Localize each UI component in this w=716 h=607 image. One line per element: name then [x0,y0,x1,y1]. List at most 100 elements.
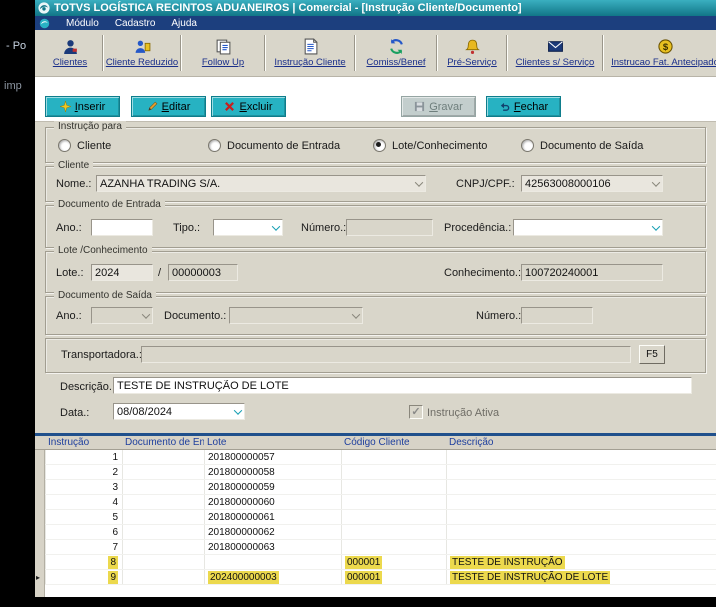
grid-column-header-descri-o[interactable]: Descrição [446,436,716,449]
grid-cell[interactable] [341,450,446,465]
grid-cell[interactable] [446,540,716,555]
ds-ano-combo[interactable] [91,307,153,324]
grid-cell[interactable] [122,465,204,480]
toolbar-item-instru-o-cliente[interactable]: Instrução Cliente [267,30,353,76]
toolbar-item-follow-up[interactable]: Follow Up [183,30,263,76]
menu-modulo[interactable]: Módulo [66,18,99,29]
grid-column-header-documento-de-entrada[interactable]: Documento de Entrada [122,436,204,449]
lote-numero-input[interactable]: 00000003 [168,264,238,281]
conhecimento-input[interactable]: 100720240001 [521,264,663,281]
grid-cell[interactable]: TESTE DE INSTRUÇÃO DE LOTE [446,570,716,585]
grid-cell[interactable] [204,555,341,570]
descricao-input[interactable]: TESTE DE INSTRUÇÃO DE LOTE [113,377,692,394]
radio-cliente[interactable]: Cliente [58,139,111,152]
grid-cell[interactable]: 202400000003 [204,570,341,585]
grid-cell[interactable]: 5 [45,510,122,525]
grid-cell[interactable] [446,525,716,540]
radio-documento-de-entrada[interactable]: Documento de Entrada [208,139,340,152]
grid-cell[interactable]: 201800000059 [204,480,341,495]
ds-documento-combo[interactable] [229,307,363,324]
grid-cell[interactable]: TESTE DE INSTRUÇÃO [446,555,716,570]
de-numero-input[interactable] [346,219,433,236]
instrucao-ativa-checkbox[interactable] [409,405,423,419]
grid-cell[interactable]: 201800000062 [204,525,341,540]
grid-cell[interactable] [122,510,204,525]
editar-button[interactable]: Editar [131,96,206,117]
radio-circle[interactable] [208,139,221,152]
grid-cell[interactable]: 6 [45,525,122,540]
grid-cell[interactable] [122,495,204,510]
radio-circle[interactable] [58,139,71,152]
menu-cadastro[interactable]: Cadastro [115,18,156,29]
grid-cell[interactable] [122,555,204,570]
grid-cell[interactable] [446,465,716,480]
grid-cell[interactable]: 000001 [341,555,446,570]
radio-lote-conhecimento[interactable]: Lote/Conhecimento [373,139,487,152]
grid-cell[interactable] [341,465,446,480]
inserir-button[interactable]: Inserir [45,96,120,117]
ds-numero-input[interactable] [521,307,593,324]
cnpj-combo[interactable]: 42563008000106 [521,175,663,192]
grid-column-header-lote[interactable]: Lote [204,436,341,449]
grid-cell[interactable]: 201800000057 [204,450,341,465]
grid-cell[interactable] [341,525,446,540]
nome-combo[interactable]: AZANHA TRADING S/A. [96,175,426,192]
grid-cell[interactable]: 1 [45,450,122,465]
grid-cell[interactable]: 7 [45,540,122,555]
toolbar-item-cliente-reduzido[interactable]: Cliente Reduzido [105,30,179,76]
gravar-button[interactable]: Gravar [401,96,476,117]
grid-cell[interactable]: 201800000058 [204,465,341,480]
grid-cell[interactable]: 000001 [341,570,446,585]
ds-documento-label: Documento.: [164,310,227,322]
grid-cell[interactable]: 2 [45,465,122,480]
grid-cell[interactable] [341,480,446,495]
toolbar-item-pr-servi-o[interactable]: Pré-Serviço [439,30,505,76]
grid-cell[interactable] [122,480,204,495]
radio-circle[interactable] [521,139,534,152]
de-procedencia-combo[interactable] [513,219,663,236]
radio-circle[interactable] [373,139,386,152]
menu-ajuda[interactable]: Ajuda [171,18,197,29]
chevron-down-icon[interactable] [141,309,151,319]
grid-cell[interactable]: 4 [45,495,122,510]
chevron-down-icon[interactable] [651,221,661,231]
grid-cell[interactable]: 3 [45,480,122,495]
transportadora-input[interactable] [141,346,631,363]
grid-cell[interactable]: 9 [45,570,122,585]
grid-cell[interactable] [122,450,204,465]
grid-cell[interactable] [446,450,716,465]
fechar-button[interactable]: Fechar [486,96,561,117]
toolbar-item-comiss-benef[interactable]: Comiss/Benef [357,30,435,76]
grid-cell[interactable] [446,510,716,525]
de-ano-input[interactable] [91,219,153,236]
grid-cell[interactable] [341,540,446,555]
de-tipo-combo[interactable] [213,219,283,236]
grid-column-header-instru-o[interactable]: Instrução [45,436,122,449]
grid-cell[interactable] [341,510,446,525]
grid-cell[interactable] [122,525,204,540]
grid-cell[interactable] [446,495,716,510]
grid-cell[interactable]: 201800000061 [204,510,341,525]
titlebar[interactable]: TOTVS LOGÍSTICA RECINTOS ADUANEIROS | Co… [35,0,716,16]
chevron-down-icon[interactable] [651,177,661,187]
grid-cell[interactable] [122,570,204,585]
chevron-down-icon[interactable] [414,177,424,187]
toolbar-item-clientes[interactable]: Clientes [39,30,101,76]
radio-documento-de-sa-da[interactable]: Documento de Saída [521,139,643,152]
grid-cell[interactable] [122,540,204,555]
chevron-down-icon[interactable] [233,405,243,415]
grid-cell[interactable] [341,495,446,510]
excluir-button[interactable]: Excluir [211,96,286,117]
chevron-down-icon[interactable] [351,309,361,319]
grid-cell[interactable]: 201800000063 [204,540,341,555]
grid-cell[interactable] [446,480,716,495]
grid-column-header-c-digo-cliente[interactable]: Código Cliente [341,436,446,449]
lote-ano-input[interactable]: 2024 [91,264,153,281]
toolbar-item-clientes-s-servi-o[interactable]: Clientes s/ Serviço [509,30,601,76]
data-combo[interactable]: 08/08/2024 [113,403,245,420]
grid-cell[interactable]: 201800000060 [204,495,341,510]
chevron-down-icon[interactable] [271,221,281,231]
toolbar-item-instrucao-fat-antecipado[interactable]: $ Instrucao Fat. Antecipado [605,30,716,76]
f5-button[interactable]: F5 [639,345,665,364]
grid-cell[interactable]: 8 [45,555,122,570]
